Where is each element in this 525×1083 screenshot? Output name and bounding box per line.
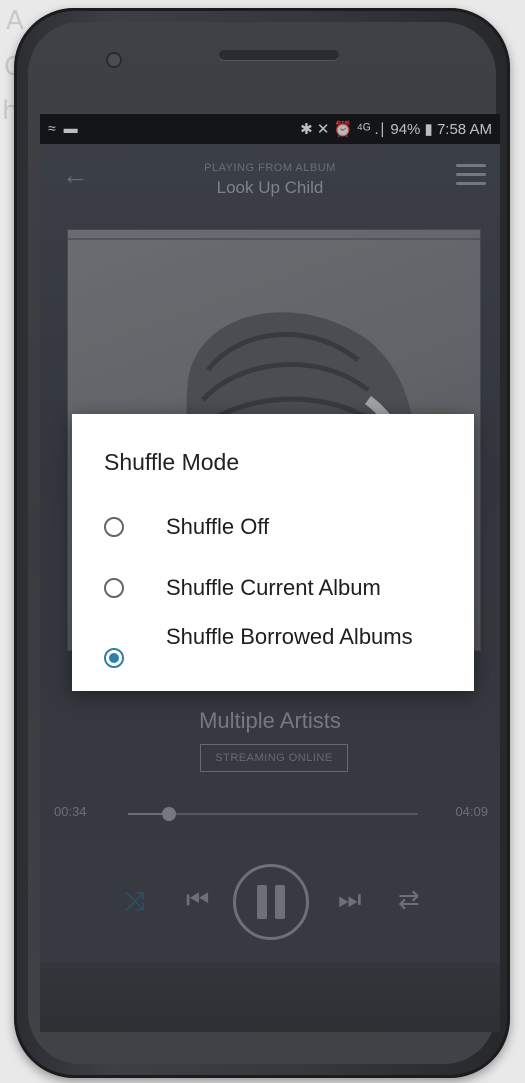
front-camera [106, 52, 122, 68]
background-fragment: A [6, 6, 24, 36]
earpiece-speaker [219, 50, 339, 60]
shuffle-mode-dialog: Shuffle Mode Shuffle Off Shuffle Current… [72, 414, 474, 691]
phone-screen: ≈ ▬ ✱ ✕ ⏰ ⁴ᴳ .∣ 94% ▮ 7:58 AM ← PLAYING … [40, 114, 500, 962]
dialog-title: Shuffle Mode [104, 449, 240, 475]
option-label: Shuffle Borrowed Albums [166, 624, 413, 649]
option-label: Shuffle Off [166, 514, 270, 539]
phone-chin [40, 962, 500, 1032]
radio-button[interactable] [104, 517, 124, 537]
radio-button-selected[interactable] [104, 648, 124, 668]
radio-button[interactable] [104, 578, 124, 598]
option-label: Shuffle Current Album [166, 575, 381, 600]
